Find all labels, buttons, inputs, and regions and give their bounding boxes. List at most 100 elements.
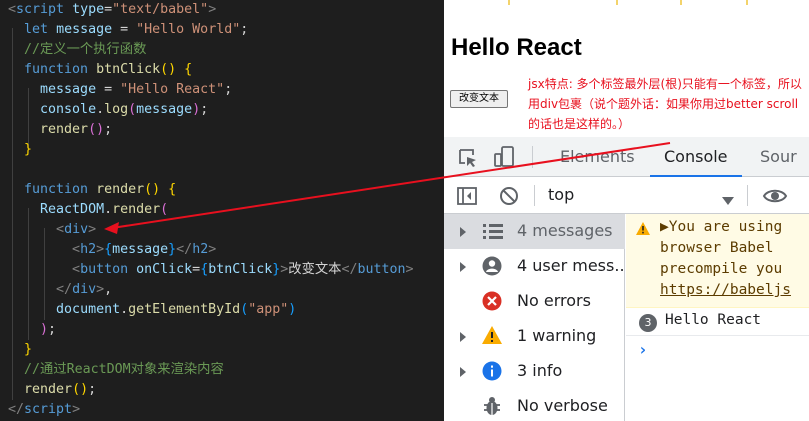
- code-token: render: [96, 182, 145, 197]
- code-token: {: [184, 62, 193, 77]
- code-editor[interactable]: <script type="text/babel"> let message =…: [0, 0, 444, 421]
- tab-sources[interactable]: Sour: [760, 137, 797, 177]
- code-token: h2: [80, 242, 97, 257]
- sidebar-item-errors[interactable]: No errors: [444, 284, 625, 319]
- sidebar-item-label: 1 warning: [517, 326, 597, 345]
- toolbar-divider: [747, 185, 748, 206]
- code-token: =: [104, 2, 113, 17]
- toolbar-divider: [534, 185, 535, 206]
- sidebar-item-info[interactable]: 3 info: [444, 354, 625, 389]
- console-sidebar: 4 messages 4 user mess... No errors 1 wa…: [444, 214, 630, 421]
- log-text: Hello React: [665, 312, 762, 328]
- context-select[interactable]: top: [548, 185, 574, 204]
- expand-arrow-icon[interactable]: [460, 367, 466, 377]
- code-line: document.getElementById("app"): [8, 300, 296, 320]
- code-token: >: [405, 262, 414, 277]
- code-token: =: [96, 82, 121, 97]
- code-token: =: [192, 262, 201, 277]
- code-token: //通过ReactDOM对象来渲染内容: [24, 362, 224, 377]
- code-token: ReactDOM: [40, 202, 105, 217]
- code-token: </: [8, 402, 25, 417]
- code-token: //定义一个执行函数: [24, 42, 147, 57]
- console-warning-message[interactable]: ▶You are using browser Babel precompile …: [626, 214, 809, 308]
- code-token: <: [56, 222, 65, 237]
- warning-link[interactable]: https://babeljs: [660, 280, 791, 301]
- console-prompt-icon[interactable]: ›: [638, 340, 648, 359]
- code-token: getElementById: [128, 302, 241, 317]
- sidebar-item-user-messages[interactable]: 4 user mess...: [444, 249, 630, 284]
- code-token: 改变文本: [288, 262, 342, 277]
- code-line: //定义一个执行函数: [8, 40, 146, 60]
- code-line: render();: [8, 120, 112, 140]
- code-token: </: [56, 282, 73, 297]
- sidebar-item-warnings[interactable]: 1 warning: [444, 319, 625, 354]
- expand-arrow-icon[interactable]: [460, 227, 466, 237]
- code-token: "Hello World": [136, 22, 241, 37]
- code-token: div: [64, 222, 89, 237]
- list-icon: [482, 222, 504, 244]
- code-line: <div>: [8, 220, 96, 240]
- warning-text: precompile you: [660, 261, 783, 277]
- code-token: (: [128, 102, 137, 117]
- code-token: div: [72, 282, 97, 297]
- code-token: >: [96, 282, 105, 297]
- code-token: btnClick: [96, 62, 161, 77]
- code-token: function: [24, 182, 89, 197]
- code-token: }: [24, 142, 33, 157]
- sidebar-item-verbose[interactable]: No verbose: [444, 389, 625, 421]
- code-token: (): [144, 182, 161, 197]
- code-line: message = "Hello React";: [8, 80, 232, 100]
- page-top-strip: [508, 0, 510, 5]
- bug-icon: [482, 395, 502, 421]
- code-token: "app": [248, 302, 289, 317]
- code-line: }: [8, 140, 32, 160]
- console-output[interactable]: ▶You are using browser Babel precompile …: [626, 214, 809, 421]
- annotation-note: jsx特点: 多个标签最外层(根)只能有一个标签，所以用div包裹（说个题外话：…: [528, 77, 802, 131]
- page-top-strip: [680, 0, 682, 5]
- console-log-message[interactable]: 3 Hello React: [626, 308, 809, 336]
- device-toolbar-icon[interactable]: [492, 145, 516, 173]
- code-token: {: [104, 242, 113, 257]
- browser-page: Hello React 改变文本 jsx特点: 多个标签最外层(根)只能有一个标…: [444, 0, 809, 137]
- eye-icon[interactable]: [762, 185, 788, 211]
- code-token: (): [88, 122, 105, 137]
- devtools-panel: Elements Console Sour top 4 messages 4 u…: [444, 137, 809, 421]
- code-token: let: [24, 22, 49, 37]
- code-token: =: [112, 22, 137, 37]
- sidebar-item-label: 4 user mess...: [517, 256, 630, 275]
- page-top-strip: [616, 0, 618, 5]
- code-token: (: [160, 202, 169, 217]
- sidebar-item-messages[interactable]: 4 messages: [444, 214, 625, 249]
- inspect-element-icon[interactable]: [457, 147, 479, 173]
- dropdown-arrow-icon[interactable]: [722, 191, 734, 210]
- tab-console[interactable]: Console: [650, 137, 742, 177]
- code-token: button: [357, 262, 406, 277]
- tab-elements[interactable]: Elements: [560, 137, 635, 177]
- clear-console-icon[interactable]: [498, 185, 520, 211]
- code-token: document: [56, 302, 121, 317]
- code-line: ReactDOM.render(: [8, 200, 168, 220]
- change-text-button[interactable]: 改变文本: [450, 90, 508, 108]
- code-token: </: [176, 242, 193, 257]
- expand-arrow-icon[interactable]: [460, 262, 466, 272]
- expand-arrow-icon[interactable]: [460, 332, 466, 342]
- code-token: render: [112, 202, 161, 217]
- code-line: function render() {: [8, 180, 176, 200]
- code-token: console: [40, 102, 97, 117]
- sidebar-toggle-icon[interactable]: [456, 185, 478, 211]
- code-token: (): [160, 62, 177, 77]
- code-token: message: [40, 82, 97, 97]
